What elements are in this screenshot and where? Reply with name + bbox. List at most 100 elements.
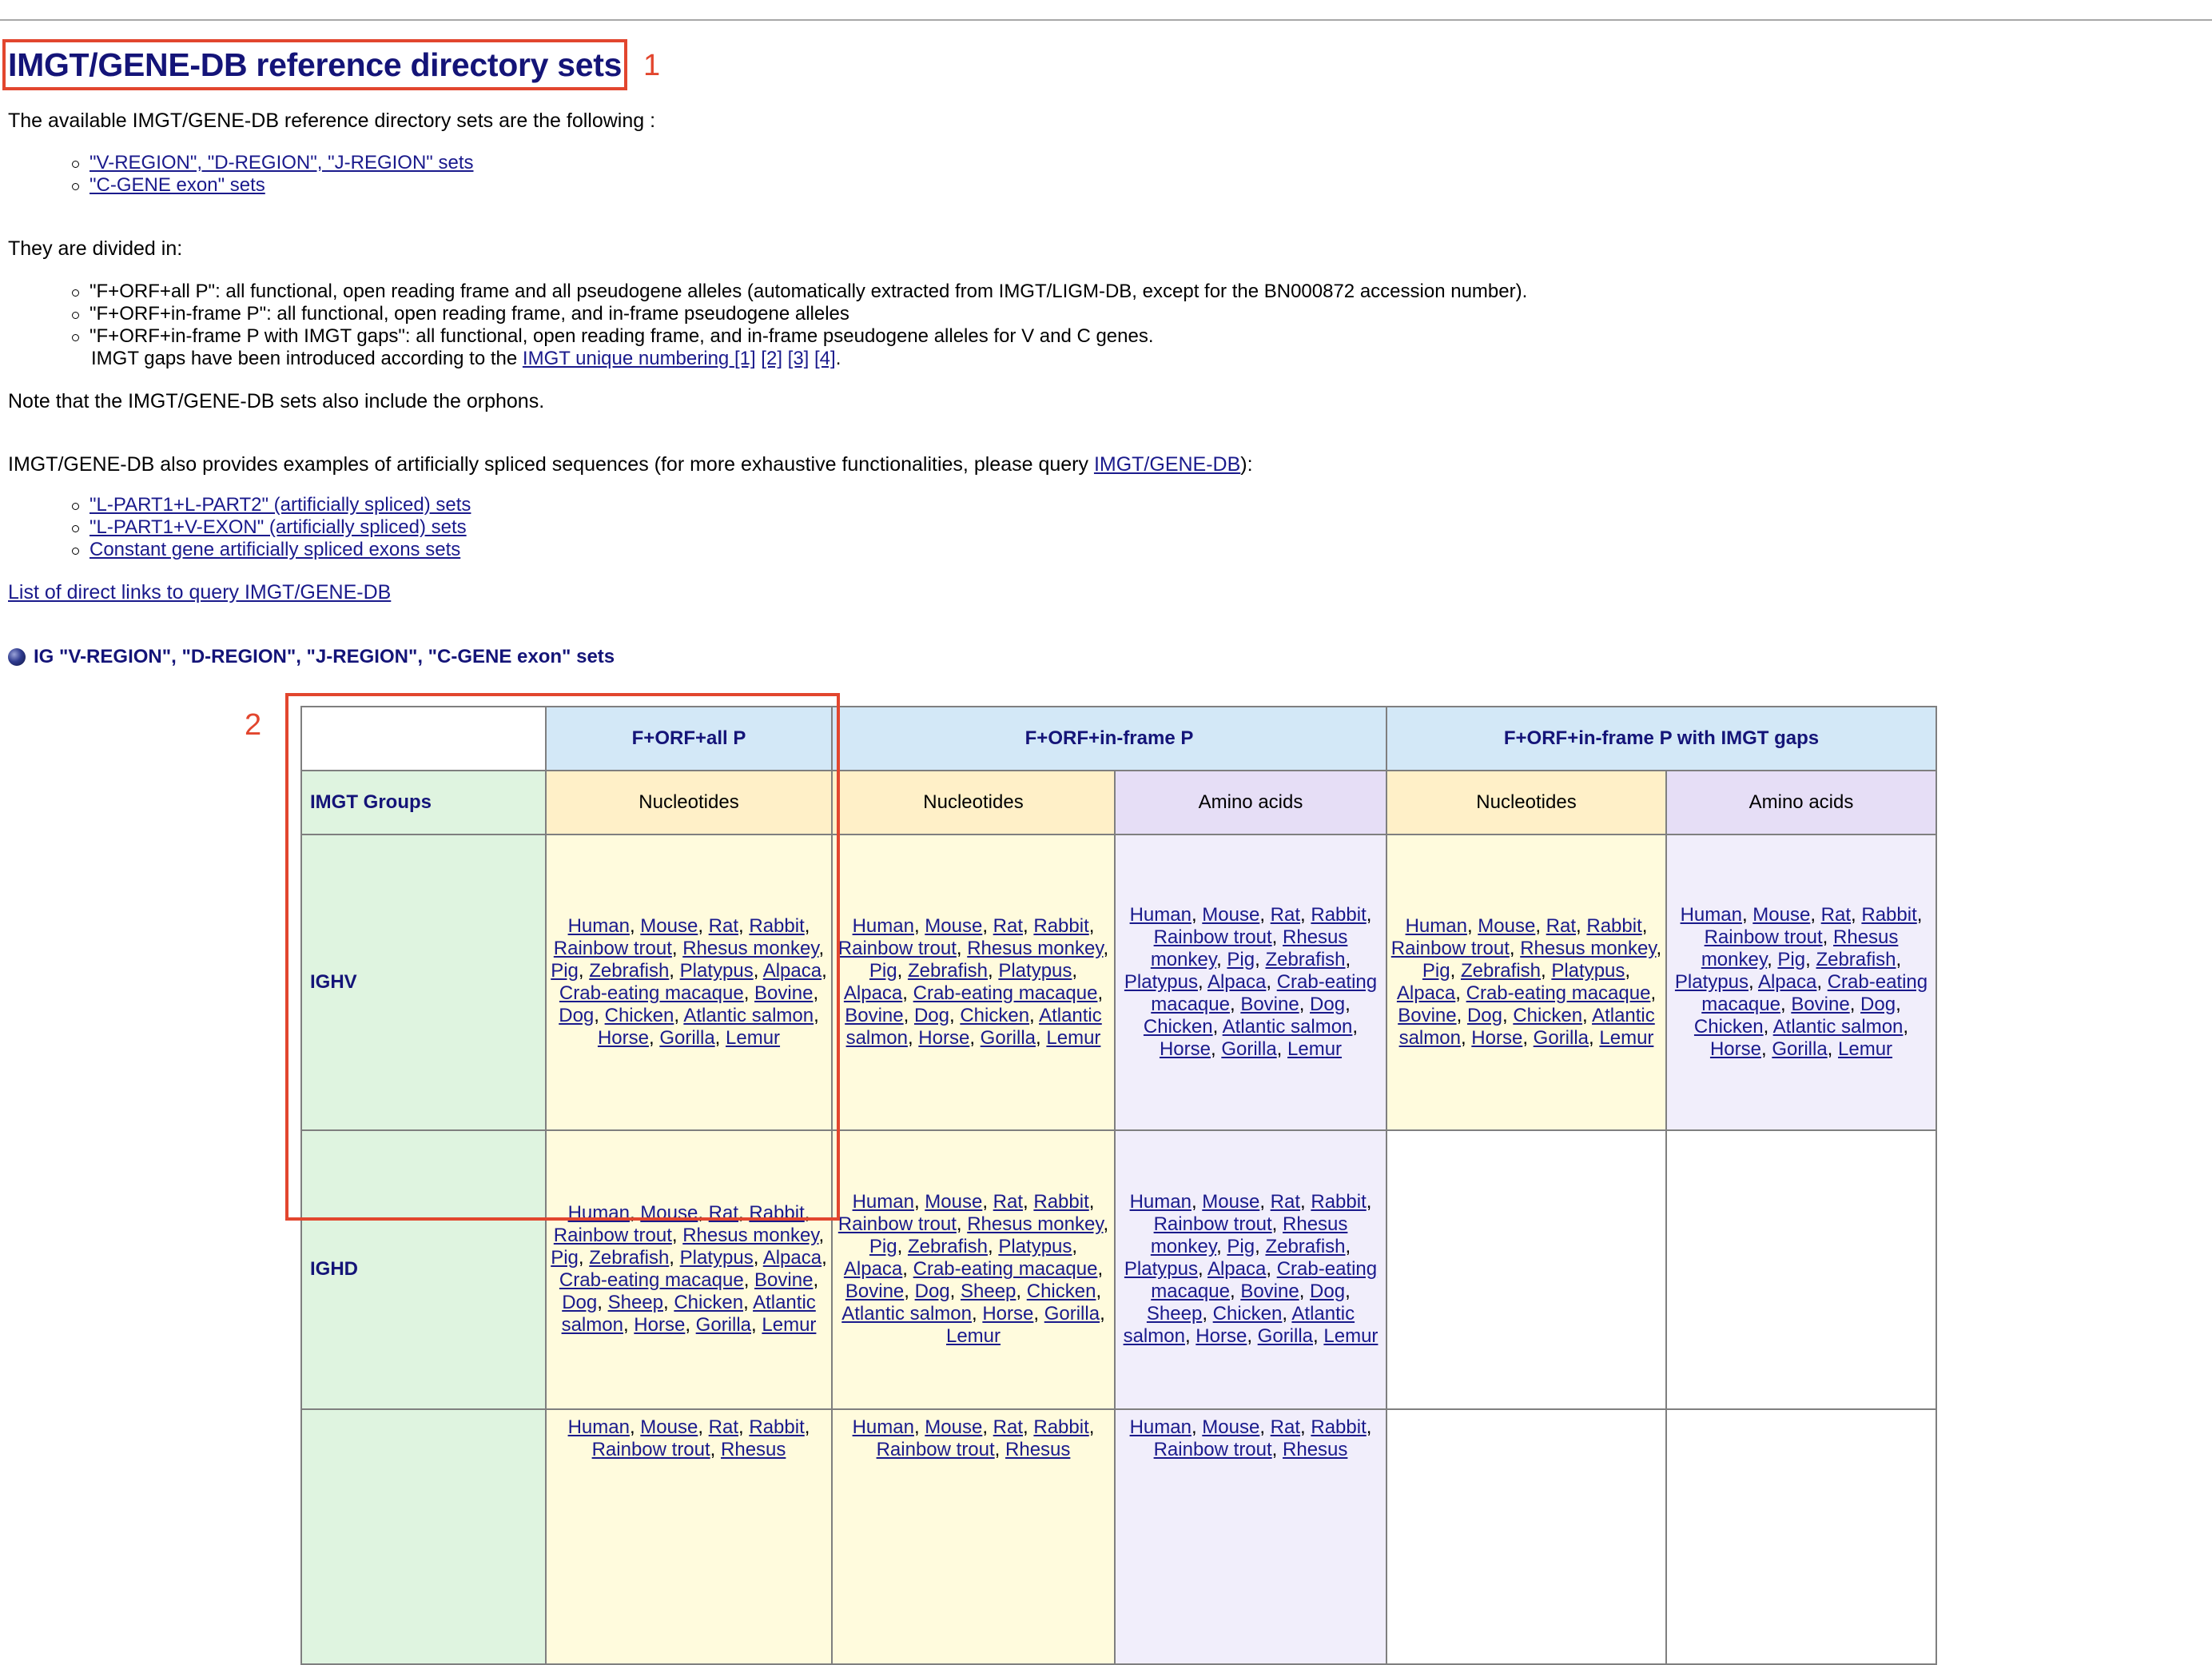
species-link-rhesus-monkey[interactable]: Rhesus monkey xyxy=(967,1213,1103,1235)
species-link-lemur[interactable]: Lemur xyxy=(1599,1027,1653,1049)
species-link-rainbow-trout[interactable]: Rainbow trout xyxy=(1391,938,1510,959)
species-link-lemur[interactable]: Lemur xyxy=(1046,1027,1100,1049)
species-link-alpaca[interactable]: Alpaca xyxy=(763,1247,822,1269)
species-link-rainbow-trout[interactable]: Rainbow trout xyxy=(1154,1439,1272,1460)
species-link-rabbit[interactable]: Rabbit xyxy=(1311,1191,1366,1213)
ref-link-4[interactable]: [4] xyxy=(814,348,836,369)
species-link-zebrafish[interactable]: Zebrafish xyxy=(1461,960,1541,982)
species-link-atlantic-salmon[interactable]: Atlantic salmon xyxy=(841,1303,972,1324)
species-link-zebrafish[interactable]: Zebrafish xyxy=(908,960,988,982)
species-link-sheep[interactable]: Sheep xyxy=(1147,1303,1202,1324)
species-link-rainbow-trout[interactable]: Rainbow trout xyxy=(877,1439,995,1460)
species-link-horse[interactable]: Horse xyxy=(982,1303,1033,1324)
species-link-mouse[interactable]: Mouse xyxy=(1478,915,1535,937)
species-link-mouse[interactable]: Mouse xyxy=(925,915,982,937)
species-link-gorilla[interactable]: Gorilla xyxy=(1534,1027,1589,1049)
species-link-rabbit[interactable]: Rabbit xyxy=(1861,904,1916,926)
species-link-rabbit[interactable]: Rabbit xyxy=(1033,1416,1088,1438)
species-link-rhesus-monkey[interactable]: Rhesus monkey xyxy=(967,938,1103,959)
species-link-rhesus[interactable]: Rhesus xyxy=(721,1439,786,1460)
species-link-rhesus-monkey[interactable]: Rhesus monkey xyxy=(682,1225,818,1246)
species-link-gorilla[interactable]: Gorilla xyxy=(1258,1325,1313,1347)
direct-links-link[interactable]: List of direct links to query IMGT/GENE-… xyxy=(8,581,391,603)
species-link-rabbit[interactable]: Rabbit xyxy=(1586,915,1641,937)
species-link-dog[interactable]: Dog xyxy=(915,1281,950,1302)
species-link-gorilla[interactable]: Gorilla xyxy=(696,1314,751,1336)
species-link-sheep[interactable]: Sheep xyxy=(608,1292,663,1313)
species-link-rabbit[interactable]: Rabbit xyxy=(749,1416,804,1438)
species-link-rat[interactable]: Rat xyxy=(993,1191,1023,1213)
species-link-pig[interactable]: Pig xyxy=(1227,1236,1255,1257)
species-link-platypus[interactable]: Platypus xyxy=(680,1247,754,1269)
species-link-rat[interactable]: Rat xyxy=(993,1416,1023,1438)
species-link-zebrafish[interactable]: Zebrafish xyxy=(908,1236,988,1257)
ref-link-3[interactable]: [3] xyxy=(788,348,810,369)
constant-gene-spliced-exons-link[interactable]: Constant gene artificially spliced exons… xyxy=(90,539,460,560)
species-link-bovine[interactable]: Bovine xyxy=(1240,994,1299,1015)
species-link-pig[interactable]: Pig xyxy=(1777,949,1805,970)
species-link-bovine[interactable]: Bovine xyxy=(1240,1281,1299,1302)
species-link-human[interactable]: Human xyxy=(853,915,914,937)
species-link-platypus[interactable]: Platypus xyxy=(998,1236,1072,1257)
species-link-mouse[interactable]: Mouse xyxy=(1202,904,1259,926)
species-link-bovine[interactable]: Bovine xyxy=(1791,994,1849,1015)
species-link-bovine[interactable]: Bovine xyxy=(845,1005,903,1026)
species-link-human[interactable]: Human xyxy=(1130,1191,1192,1213)
species-link-bovine[interactable]: Bovine xyxy=(1398,1005,1456,1026)
species-link-rat[interactable]: Rat xyxy=(709,1416,738,1438)
species-link-lemur[interactable]: Lemur xyxy=(1287,1038,1342,1060)
species-link-rhesus[interactable]: Rhesus xyxy=(1005,1439,1070,1460)
species-link-dog[interactable]: Dog xyxy=(1860,994,1896,1015)
species-link-dog[interactable]: Dog xyxy=(914,1005,949,1026)
species-link-rabbit[interactable]: Rabbit xyxy=(1033,1191,1088,1213)
species-link-chicken[interactable]: Chicken xyxy=(1513,1005,1582,1026)
species-link-gorilla[interactable]: Gorilla xyxy=(1044,1303,1100,1324)
species-link-alpaca[interactable]: Alpaca xyxy=(1397,982,1455,1004)
species-link-zebrafish[interactable]: Zebrafish xyxy=(1816,949,1896,970)
species-link-platypus[interactable]: Platypus xyxy=(1124,1258,1198,1280)
species-link-rainbow-trout[interactable]: Rainbow trout xyxy=(838,938,957,959)
species-link-rat[interactable]: Rat xyxy=(993,915,1023,937)
species-link-gorilla[interactable]: Gorilla xyxy=(981,1027,1036,1049)
species-link-pig[interactable]: Pig xyxy=(1422,960,1450,982)
species-link-rainbow-trout[interactable]: Rainbow trout xyxy=(1154,1213,1272,1235)
species-link-bovine[interactable]: Bovine xyxy=(754,1269,813,1291)
species-link-platypus[interactable]: Platypus xyxy=(998,960,1072,982)
species-link-horse[interactable]: Horse xyxy=(1710,1038,1761,1060)
species-link-rainbow-trout[interactable]: Rainbow trout xyxy=(554,1225,672,1246)
species-link-chicken[interactable]: Chicken xyxy=(1027,1281,1096,1302)
species-link-horse[interactable]: Horse xyxy=(634,1314,685,1336)
species-link-pig[interactable]: Pig xyxy=(869,1236,897,1257)
species-link-rabbit[interactable]: Rabbit xyxy=(1311,904,1366,926)
species-link-human[interactable]: Human xyxy=(1681,904,1742,926)
species-link-chicken[interactable]: Chicken xyxy=(1213,1303,1283,1324)
species-link-dog[interactable]: Dog xyxy=(1310,994,1345,1015)
species-link-platypus[interactable]: Platypus xyxy=(1124,971,1198,993)
species-link-platypus[interactable]: Platypus xyxy=(1675,971,1749,993)
species-link-pig[interactable]: Pig xyxy=(869,960,897,982)
species-link-dog[interactable]: Dog xyxy=(562,1292,597,1313)
species-link-atlantic-salmon[interactable]: Atlantic salmon xyxy=(1223,1016,1353,1038)
species-link-gorilla[interactable]: Gorilla xyxy=(1221,1038,1276,1060)
species-link-zebrafish[interactable]: Zebrafish xyxy=(1265,1236,1345,1257)
imgt-gene-db-link[interactable]: IMGT/GENE-DB xyxy=(1094,453,1240,476)
species-link-chicken[interactable]: Chicken xyxy=(1144,1016,1213,1038)
species-link-atlantic-salmon[interactable]: Atlantic salmon xyxy=(1773,1016,1904,1038)
species-link-mouse[interactable]: Mouse xyxy=(925,1416,982,1438)
species-link-horse[interactable]: Horse xyxy=(1471,1027,1522,1049)
c-gene-exon-sets-link[interactable]: "C-GENE exon" sets xyxy=(90,174,265,196)
species-link-pig[interactable]: Pig xyxy=(1227,949,1255,970)
species-link-rainbow-trout[interactable]: Rainbow trout xyxy=(838,1213,957,1235)
species-link-human[interactable]: Human xyxy=(1130,904,1192,926)
species-link-bovine[interactable]: Bovine xyxy=(845,1281,904,1302)
species-link-rat[interactable]: Rat xyxy=(1271,904,1300,926)
species-link-alpaca[interactable]: Alpaca xyxy=(844,982,902,1004)
species-link-dog[interactable]: Dog xyxy=(1310,1281,1345,1302)
species-link-lemur[interactable]: Lemur xyxy=(762,1314,816,1336)
species-link-chicken[interactable]: Chicken xyxy=(1694,1016,1764,1038)
species-link-chicken[interactable]: Chicken xyxy=(674,1292,743,1313)
species-link-rainbow-trout[interactable]: Rainbow trout xyxy=(592,1439,710,1460)
vdj-region-sets-link[interactable]: "V-REGION", "D-REGION", "J-REGION" sets xyxy=(90,152,474,173)
species-link-lemur[interactable]: Lemur xyxy=(946,1325,1001,1347)
species-link-mouse[interactable]: Mouse xyxy=(925,1191,982,1213)
